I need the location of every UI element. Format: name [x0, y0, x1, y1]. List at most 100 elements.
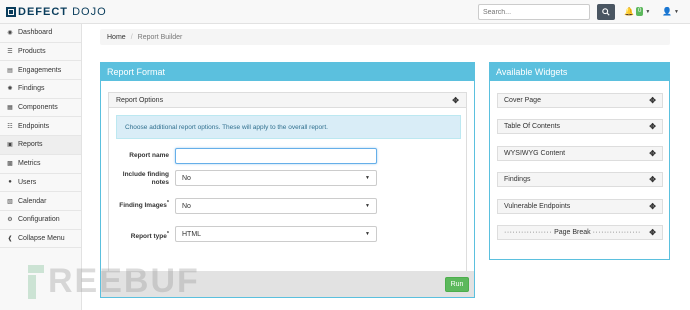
report-options-panel: Report Options ✥ Choose additional repor…	[108, 92, 467, 272]
watermark-logo-icon	[28, 264, 44, 299]
chevron-down-icon: ▼	[365, 203, 370, 209]
search-button[interactable]	[597, 4, 615, 20]
bar-chart-icon: ▩	[7, 161, 13, 168]
collapse-icon: ❰	[7, 235, 13, 242]
move-icon[interactable]: ✥	[649, 96, 656, 105]
report-format-title: Report Format	[101, 63, 474, 81]
report-options-title: Report Options	[116, 96, 164, 104]
info-alert: Choose additional report options. These …	[116, 115, 461, 139]
chevron-down-icon: ▼	[365, 231, 370, 237]
sidebar-item-dashboard[interactable]: ◉ Dashboard	[0, 24, 81, 43]
sidebar-item-components[interactable]: ▦ Components	[0, 99, 81, 118]
sidebar-item-label: Engagements	[18, 66, 62, 74]
widget-findings[interactable]: Findings ✥	[497, 172, 663, 187]
sidebar-item-reports[interactable]: ▣ Reports	[0, 136, 81, 155]
sidebar-item-label: Reports	[18, 141, 43, 149]
watermark: REEBUF	[28, 262, 200, 301]
widget-table-of-contents[interactable]: Table Of Contents ✥	[497, 119, 663, 134]
widget-vulnerable-endpoints[interactable]: Vulnerable Endpoints ✥	[497, 199, 663, 214]
dashboard-icon: ◉	[7, 30, 13, 37]
search-input[interactable]	[478, 4, 590, 20]
sidebar-item-calendar[interactable]: ▧ Calendar	[0, 192, 81, 211]
widget-cover-page[interactable]: Cover Page ✥	[497, 93, 663, 108]
gear-icon: ⚙	[7, 217, 13, 224]
sidebar-item-label: Configuration	[18, 216, 60, 224]
report-type-value: HTML	[182, 230, 202, 238]
user-menu-button[interactable]: 👤 ▼	[662, 7, 679, 16]
page-break-label: Page Break	[554, 229, 591, 236]
report-name-label: Report name	[129, 152, 169, 159]
finding-images-value: No	[182, 202, 191, 210]
bug-icon: ✺	[7, 86, 13, 93]
run-button[interactable]: Run	[445, 277, 469, 292]
page-break-dots: ·················	[592, 229, 641, 236]
move-icon[interactable]: ✥	[649, 175, 656, 184]
move-icon[interactable]: ✥	[649, 228, 656, 237]
calendar-icon: ▧	[7, 198, 13, 205]
breadcrumb-home[interactable]: Home	[107, 34, 126, 41]
finding-images-label: Finding Images*	[109, 199, 169, 210]
available-widgets-title: Available Widgets	[490, 63, 669, 81]
notification-badge: 0	[635, 7, 644, 16]
brand-name-part2: DOJO	[72, 6, 107, 18]
required-mark: *	[166, 231, 169, 237]
inbox-icon: ▤	[7, 67, 13, 74]
breadcrumb-separator: /	[130, 33, 133, 41]
widget-page-break[interactable]: ················· Page Break ···········…	[497, 225, 663, 240]
finding-images-select[interactable]: No ▼	[175, 198, 377, 214]
move-icon[interactable]: ✥	[452, 96, 459, 105]
sidebar-item-users[interactable]: ● Users	[0, 174, 81, 193]
sidebar-item-configuration[interactable]: ⚙ Configuration	[0, 211, 81, 230]
widget-label: Table Of Contents	[504, 123, 561, 130]
file-icon: ▣	[7, 142, 13, 149]
sidebar-item-collapse-menu[interactable]: ❰ Collapse Menu	[0, 230, 81, 249]
sidebar-item-endpoints[interactable]: ☷ Endpoints	[0, 117, 81, 137]
required-mark: *	[166, 200, 169, 206]
chevron-down-icon: ▼	[673, 8, 679, 15]
sidebar-item-label: Products	[18, 48, 46, 56]
watermark-text: REEBUF	[48, 262, 200, 300]
user-icon: ●	[8, 179, 12, 186]
sidebar-item-metrics[interactable]: ▩ Metrics	[0, 155, 81, 174]
sidebar-item-engagements[interactable]: ▤ Engagements	[0, 61, 81, 81]
report-name-input[interactable]	[175, 148, 377, 164]
sidebar-item-products[interactable]: ☰ Products	[0, 43, 81, 62]
move-icon[interactable]: ✥	[649, 122, 656, 131]
sidebar-item-label: Dashboard	[18, 29, 53, 37]
report-type-label: Report type*	[109, 230, 169, 241]
sitemap-icon: ☷	[7, 123, 13, 130]
search-icon	[602, 8, 610, 16]
notifications-button[interactable]: 🔔 0 ▼	[624, 7, 650, 16]
user-icon: 👤	[662, 7, 672, 16]
breadcrumb: Home / Report Builder	[100, 29, 670, 45]
sidebar-item-label: Metrics	[18, 160, 41, 168]
report-type-select[interactable]: HTML ▼	[175, 226, 377, 242]
move-icon[interactable]: ✥	[649, 149, 656, 158]
sidebar-item-findings[interactable]: ✺ Findings	[0, 80, 81, 99]
widget-label: Cover Page	[504, 97, 541, 104]
list-icon: ☰	[7, 49, 13, 56]
chevron-down-icon: ▼	[645, 8, 651, 15]
report-type-label-text: Report type	[130, 233, 167, 241]
include-notes-select[interactable]: No ▼	[175, 170, 377, 186]
sidebar-item-label: Findings	[18, 85, 45, 93]
widget-label: WYSIWYG Content	[504, 150, 566, 157]
top-navbar: DEFECT DOJO 🔔 0 ▼ 👤 ▼	[0, 0, 690, 24]
page-break-dots: ·················	[504, 229, 553, 236]
move-icon[interactable]: ✥	[649, 202, 656, 211]
widget-wysiwyg-content[interactable]: WYSIWYG Content ✥	[497, 146, 663, 161]
include-notes-value: No	[182, 174, 191, 182]
widget-label: Findings	[504, 176, 531, 183]
widget-label: Vulnerable Endpoints	[504, 203, 571, 210]
logo-mark-icon	[6, 7, 16, 17]
sidebar-item-label: Collapse Menu	[18, 234, 65, 242]
bell-icon: 🔔	[624, 7, 634, 16]
sidebar-item-label: Calendar	[18, 197, 47, 205]
sidebar-item-label: Components	[18, 104, 58, 112]
brand-name-part1: DEFECT	[18, 6, 68, 18]
brand-logo[interactable]: DEFECT DOJO	[6, 6, 107, 18]
sidebar-item-label: Users	[18, 178, 37, 186]
finding-images-label-text: Finding Images	[119, 202, 167, 210]
sidebar-item-label: Endpoints	[18, 122, 50, 130]
chevron-down-icon: ▼	[365, 175, 370, 181]
